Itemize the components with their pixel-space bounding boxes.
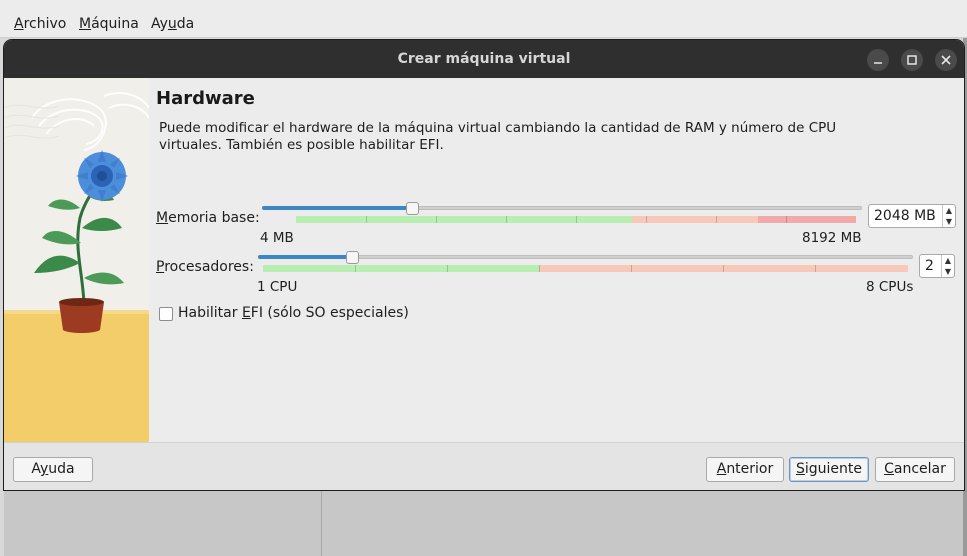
dialog-title: Crear máquina virtual: [397, 51, 571, 67]
back-button[interactable]: Anterior: [706, 457, 784, 482]
minimize-icon[interactable]: [867, 49, 889, 71]
processors-value: 2: [925, 258, 934, 274]
dialog-titlebar[interactable]: Crear máquina virtual: [4, 40, 964, 78]
efi-checkbox[interactable]: [159, 307, 173, 321]
maximize-icon[interactable]: [901, 49, 923, 71]
memory-min-label: 4 MB: [260, 230, 294, 246]
page-description: Puede modificar el hardware de la máquin…: [159, 120, 837, 153]
help-button[interactable]: Ayuda: [13, 457, 93, 482]
menu-archivo[interactable]: Archivo: [14, 16, 66, 32]
create-vm-dialog: Crear máquina virtual Hardware Puede mod…: [4, 40, 964, 490]
memory-slider-handle[interactable]: [406, 202, 419, 215]
processors-slider-handle[interactable]: [346, 251, 359, 264]
menubar: Archivo Máquina Ayuda: [0, 0, 967, 38]
cancel-button[interactable]: Cancelar: [875, 457, 955, 482]
background-divider: [321, 490, 322, 556]
memory-value: 2048 MB: [874, 208, 936, 224]
hardware-page: Hardware Puede modificar el hardware de …: [152, 78, 964, 442]
close-icon[interactable]: [935, 49, 957, 71]
dialog-footer: Ayuda Anterior Siguiente Cancelar: [4, 442, 964, 490]
processors-label: Procesadores:: [156, 259, 254, 275]
next-button[interactable]: Siguiente: [789, 457, 869, 482]
memory-label: Memoria base:: [156, 210, 260, 226]
background-panel: [4, 490, 967, 556]
wizard-illustration: [4, 78, 149, 442]
memory-spinbox[interactable]: 2048 MB ▲ ▼: [868, 204, 956, 228]
processors-max-label: 8 CPUs: [866, 279, 914, 295]
spin-up-icon[interactable]: ▲: [943, 205, 955, 216]
efi-label[interactable]: Habilitar EFI (sólo SO especiales): [178, 305, 409, 321]
processors-scale: [263, 265, 908, 272]
memory-slider-fill: [262, 206, 412, 210]
page-heading: Hardware: [156, 88, 255, 109]
spin-down-icon[interactable]: ▼: [942, 266, 954, 277]
spin-down-icon[interactable]: ▼: [943, 216, 955, 227]
memory-scale: [296, 216, 856, 223]
processors-slider-fill: [258, 255, 352, 259]
processors-spinbox[interactable]: 2 ▲ ▼: [919, 254, 955, 278]
spin-up-icon[interactable]: ▲: [942, 255, 954, 266]
memory-max-label: 8192 MB: [802, 230, 862, 246]
processors-min-label: 1 CPU: [257, 279, 298, 295]
menu-ayuda[interactable]: Ayuda: [151, 16, 194, 32]
menu-maquina[interactable]: Máquina: [79, 16, 139, 32]
